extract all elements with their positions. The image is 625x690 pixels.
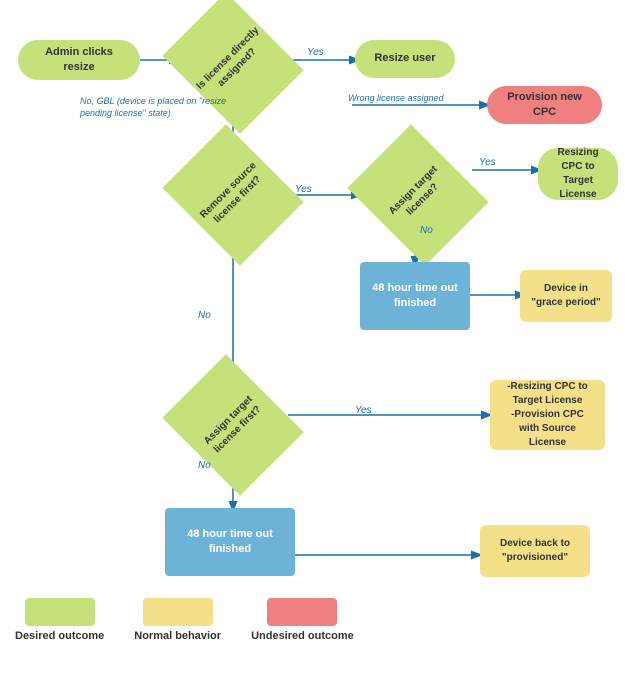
- resizing-provision-node: -Resizing CPC to Target License -Provisi…: [490, 380, 605, 450]
- device-provisioned-node: Device back to "provisioned": [480, 525, 590, 577]
- hour-out-1-node: 48 hour time out finished: [360, 262, 470, 330]
- legend-desired-label: Desired outcome: [15, 630, 104, 642]
- yes1-label: Yes: [307, 47, 324, 58]
- is-license-diamond: Is license directly assigned?: [175, 18, 290, 108]
- grace-period-node: Device in "grace period": [520, 270, 612, 322]
- legend-undesired-box: [267, 598, 337, 626]
- admin-clicks-node: Admin clicks resize: [18, 40, 140, 80]
- flowchart-diagram: Admin clicks resize Is license directly …: [0, 0, 625, 650]
- legend-desired-box: [25, 598, 95, 626]
- assign-target-2-diamond: Assign target license first?: [175, 378, 290, 472]
- no1-label: No: [420, 225, 433, 236]
- legend: Desired outcome Normal behavior Undesire…: [15, 598, 354, 642]
- hour-out-2-node: 48 hour time out finished: [165, 508, 295, 576]
- assign-target-diamond: Assign target license?: [360, 148, 475, 242]
- wrong-license-label: Wrong license assigned: [348, 93, 463, 105]
- legend-undesired: Undesired outcome: [251, 598, 354, 642]
- yes3-label: Yes: [479, 157, 496, 168]
- no2-label: No: [198, 310, 211, 321]
- yes2-label: Yes: [295, 184, 312, 195]
- yes4-label: Yes: [355, 405, 372, 416]
- provision-new-cpc-node: Provision new CPC: [487, 86, 602, 124]
- resizing-cpc-target-node: Resizing CPC to Target License: [538, 148, 618, 200]
- resize-user-node: Resize user: [355, 40, 455, 78]
- remove-source-diamond: Remove source license first?: [175, 148, 290, 242]
- legend-normal-box: [143, 598, 213, 626]
- legend-normal-label: Normal behavior: [134, 630, 221, 642]
- legend-desired: Desired outcome: [15, 598, 104, 642]
- no3-label: No: [198, 460, 211, 471]
- legend-normal: Normal behavior: [134, 598, 221, 642]
- legend-undesired-label: Undesired outcome: [251, 630, 354, 642]
